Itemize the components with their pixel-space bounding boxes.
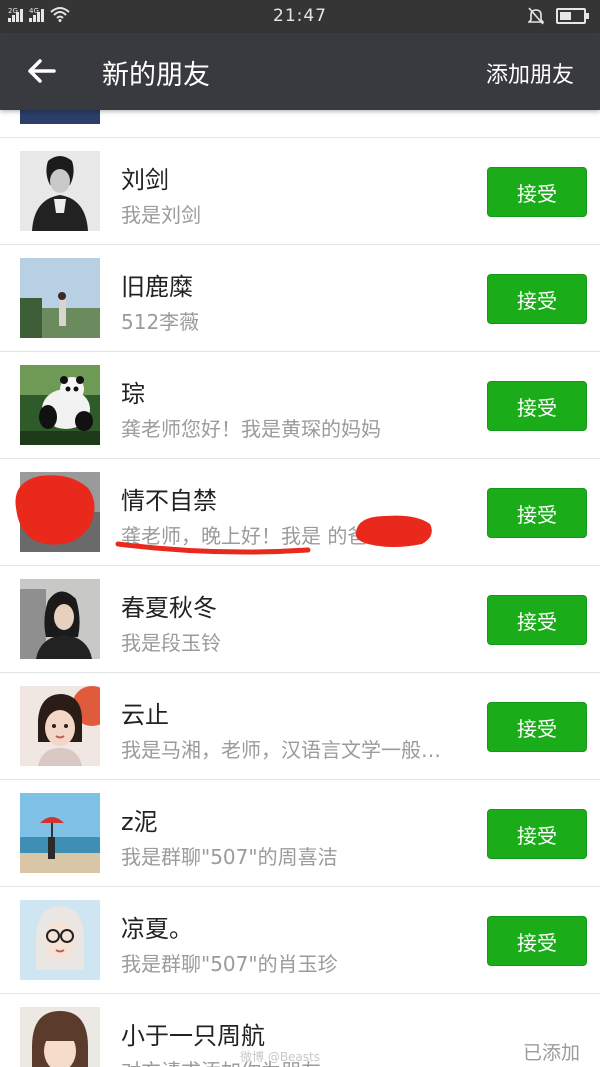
add-friend-button[interactable]: 添加朋友 — [486, 57, 574, 89]
request-message: 我是马湘，老师，汉语言文学一般… — [121, 738, 441, 762]
clock: 21:47 — [273, 6, 327, 26]
friend-name: 春夏秋冬 — [121, 594, 217, 622]
friend-request-item[interactable]: z泥 我是群聊"507"的周喜洁 接受 — [0, 780, 600, 887]
watermark: 微博 @Beasts — [240, 1050, 320, 1064]
bell-off-icon — [528, 7, 544, 25]
red-censor-mark — [355, 515, 432, 547]
avatar — [20, 365, 100, 445]
added-status: 已添加 — [522, 1042, 580, 1064]
friend-request-item[interactable]: 刘剑 我是刘剑 接受 — [0, 138, 600, 245]
friend-request-item[interactable]: 凉夏。 我是群聊"507"的肖玉珍 接受 — [0, 887, 600, 994]
page-title: 新的朋友 — [102, 60, 210, 91]
red-underline — [115, 541, 311, 555]
avatar — [20, 793, 100, 873]
friend-name: 刘剑 — [121, 166, 169, 194]
request-message: 512李薇 — [121, 310, 200, 334]
friend-name: 旧鹿糜 — [121, 273, 193, 301]
avatar — [20, 110, 100, 124]
list-item-partial — [0, 110, 600, 138]
battery-level — [560, 12, 571, 20]
avatar — [20, 900, 100, 980]
friend-request-item[interactable]: 琮 龚老师您好！我是黄琛的妈妈 接受 — [0, 352, 600, 459]
avatar — [20, 1007, 100, 1067]
avatar — [20, 686, 100, 766]
battery-icon — [556, 8, 589, 24]
friend-request-item[interactable]: 春夏秋冬 我是段玉铃 接受 — [0, 566, 600, 673]
friend-name: 凉夏。 — [121, 915, 193, 943]
red-censor-mark — [15, 475, 95, 545]
request-message: 我是段玉铃 — [121, 631, 221, 655]
avatar — [20, 258, 100, 338]
avatar — [20, 579, 100, 659]
friend-name: 云止 — [121, 701, 169, 729]
app-header: 新的朋友 添加朋友 — [0, 33, 600, 110]
accept-button[interactable]: 接受 — [487, 809, 587, 859]
avatar — [20, 151, 100, 231]
friend-name: 情不自禁 — [121, 487, 217, 515]
request-message: 龚老师您好！我是黄琛的妈妈 — [121, 417, 381, 441]
accept-button[interactable]: 接受 — [487, 381, 587, 431]
friend-name: 琮 — [121, 380, 145, 408]
friend-request-item[interactable]: 旧鹿糜 512李薇 接受 — [0, 245, 600, 352]
friend-request-list: 刘剑 我是刘剑 接受 旧鹿糜 512李薇 接受 琮 龚老师您好！我是黄琛的妈妈 … — [0, 110, 600, 1067]
accept-button[interactable]: 接受 — [487, 488, 587, 538]
friend-name: z泥 — [121, 808, 158, 836]
arrow-left-icon[interactable] — [24, 53, 60, 89]
request-message: 我是群聊"507"的肖玉珍 — [121, 952, 338, 976]
accept-button[interactable]: 接受 — [487, 274, 587, 324]
accept-button[interactable]: 接受 — [487, 702, 587, 752]
accept-button[interactable]: 接受 — [487, 167, 587, 217]
request-message: 我是群聊"507"的周喜洁 — [121, 845, 338, 869]
accept-button[interactable]: 接受 — [487, 595, 587, 645]
request-message: 我是刘剑 — [121, 203, 201, 227]
status-bar: 2G 4G 21:47 — [0, 0, 600, 33]
friend-request-item[interactable]: 云止 我是马湘，老师，汉语言文学一般… 接受 — [0, 673, 600, 780]
friend-name: 小于一只周航 — [121, 1022, 265, 1050]
accept-button[interactable]: 接受 — [487, 916, 587, 966]
